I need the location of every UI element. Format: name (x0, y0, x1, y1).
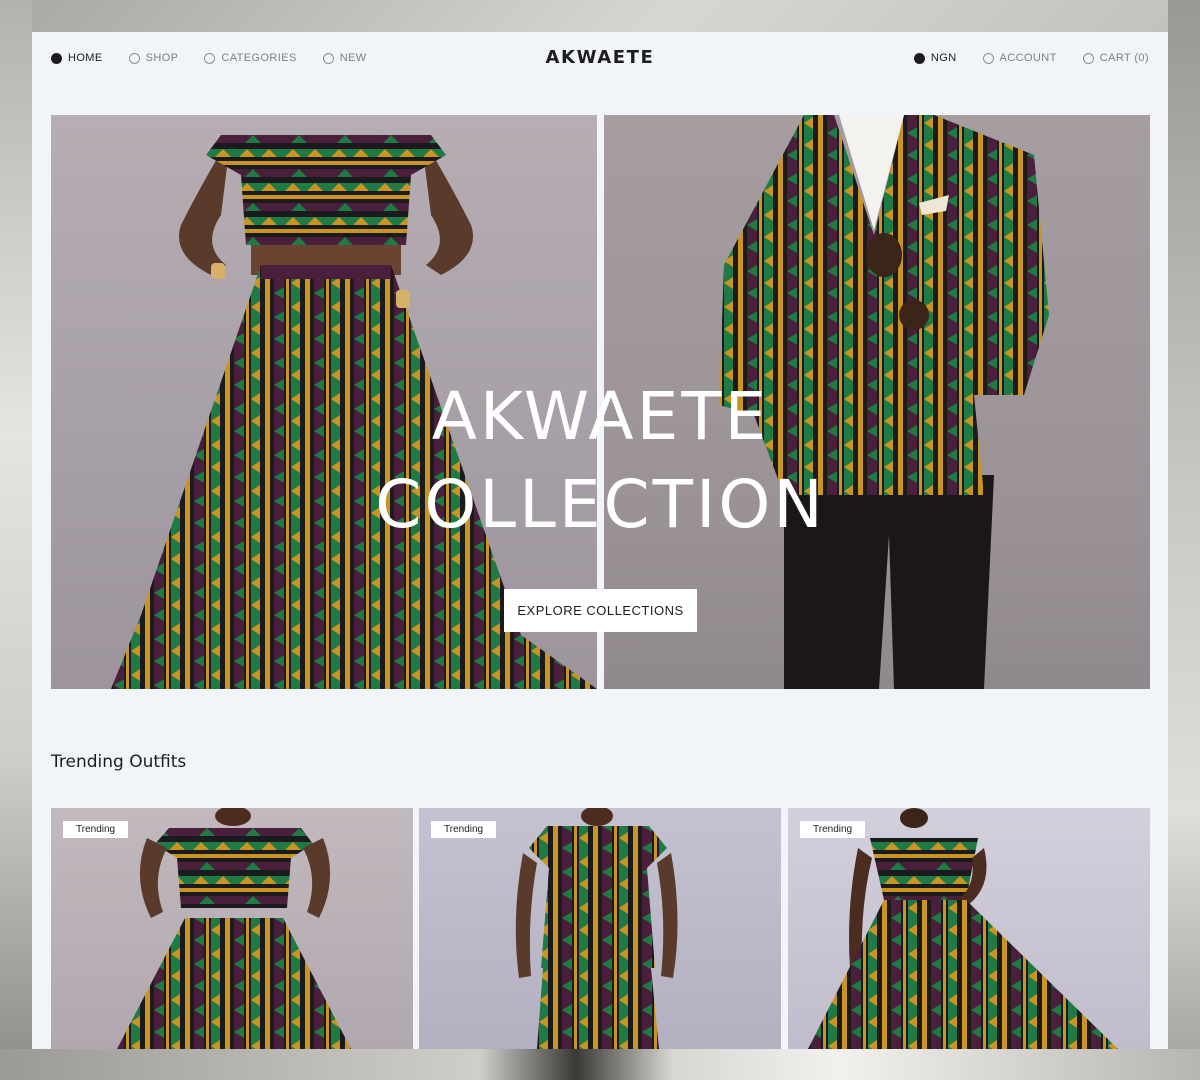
radio-empty-icon (982, 52, 994, 64)
trending-badge: Trending (431, 821, 497, 838)
nav-left: HOME SHOP CATEGORIES NEW (51, 52, 367, 64)
nav-account-label: ACCOUNT (999, 52, 1057, 64)
radio-filled-icon (51, 52, 62, 64)
nav-new-label: NEW (339, 52, 367, 64)
radio-filled-icon (913, 52, 925, 64)
backdrop-right (1168, 0, 1200, 1080)
nav-new[interactable]: NEW (322, 52, 367, 64)
product-card[interactable]: Trending (51, 808, 413, 1049)
radio-empty-icon (128, 52, 140, 64)
nav-currency[interactable]: NGN (913, 52, 957, 64)
trending-cards: Trending Trending Trending (51, 808, 1150, 1049)
product-card[interactable]: Trending (419, 808, 781, 1049)
nav-right: NGN ACCOUNT CART (0) (913, 52, 1149, 64)
radio-empty-icon (1082, 52, 1094, 64)
top-nav: HOME SHOP CATEGORIES NEW AKWAETE NGN ACC… (32, 32, 1168, 84)
trending-badge: Trending (800, 821, 866, 838)
product-card[interactable]: Trending (788, 808, 1150, 1049)
nav-currency-label: NGN (930, 52, 957, 64)
radio-empty-icon (204, 52, 216, 64)
nav-shop[interactable]: SHOP (128, 52, 179, 64)
hero: AKWAETE COLLECTION EXPLORE COLLECTIONS (51, 115, 1150, 689)
section-title-trending: Trending Outfits (51, 752, 187, 772)
nav-categories-label: CATEGORIES (221, 52, 297, 64)
nav-categories[interactable]: CATEGORIES (204, 52, 296, 64)
nav-shop-label: SHOP (145, 52, 179, 64)
nav-home-label: HOME (68, 52, 103, 64)
nav-cart[interactable]: CART (0) (1082, 52, 1149, 64)
brand-logo[interactable]: AKWAETE (546, 47, 655, 68)
nav-cart-label: CART (0) (1099, 52, 1149, 64)
trending-badge: Trending (63, 821, 129, 838)
nav-account[interactable]: ACCOUNT (982, 52, 1057, 64)
page: HOME SHOP CATEGORIES NEW AKWAETE NGN ACC… (32, 32, 1168, 1049)
radio-empty-icon (322, 52, 334, 64)
backdrop-bottom (0, 1049, 1200, 1080)
backdrop-left (0, 0, 32, 1080)
explore-collections-button[interactable]: EXPLORE COLLECTIONS (504, 589, 697, 632)
nav-home[interactable]: HOME (51, 52, 103, 64)
